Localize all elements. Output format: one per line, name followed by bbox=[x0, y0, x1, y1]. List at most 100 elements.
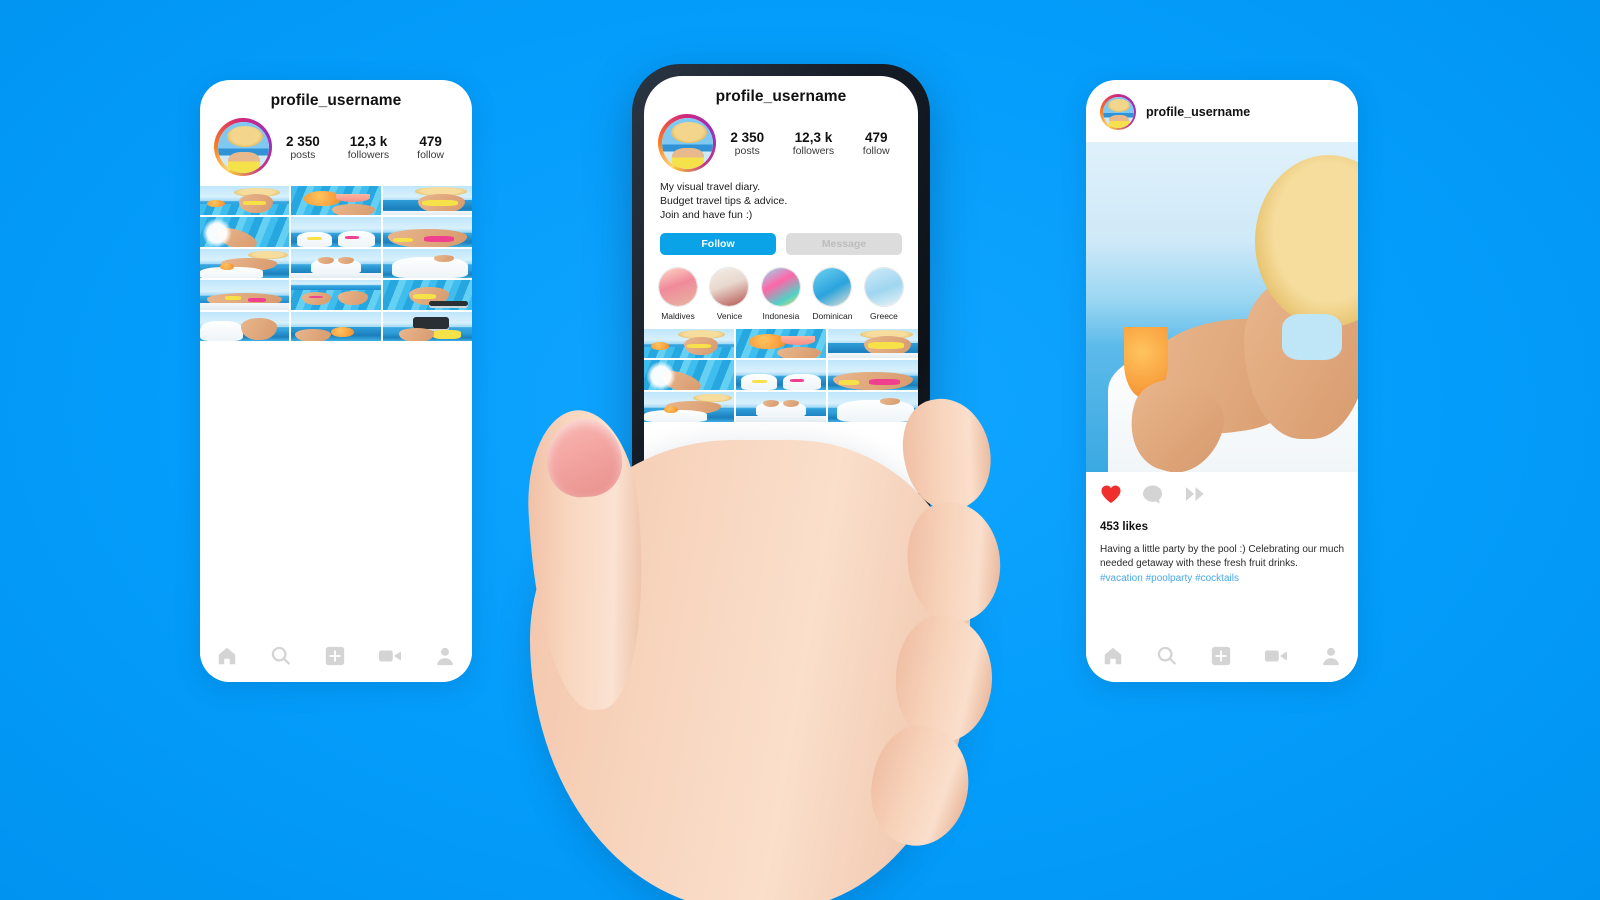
grid-photo[interactable] bbox=[736, 391, 826, 422]
add-post-icon[interactable] bbox=[1210, 645, 1232, 667]
avatar-photo bbox=[1102, 96, 1134, 128]
heart-icon[interactable] bbox=[1100, 484, 1122, 509]
feed-post-image[interactable] bbox=[1086, 142, 1358, 472]
grid-photo[interactable] bbox=[382, 280, 472, 310]
stat-posts-value: 2 350 bbox=[285, 133, 320, 149]
follow-button[interactable]: Follow bbox=[660, 232, 776, 255]
highlight-greece[interactable]: Greece bbox=[863, 266, 904, 321]
grid-photo[interactable] bbox=[736, 360, 826, 390]
grid-photo[interactable] bbox=[828, 391, 918, 422]
add-post-icon[interactable] bbox=[324, 645, 346, 667]
bio-line: Join and have fun :) bbox=[660, 209, 753, 222]
highlight-dominican[interactable]: Dominican bbox=[812, 266, 853, 321]
home-icon[interactable] bbox=[216, 645, 238, 667]
highlight-label: Dominican bbox=[812, 310, 853, 321]
grid-photo[interactable] bbox=[382, 186, 472, 216]
bottom-nav-bar bbox=[200, 630, 472, 682]
stat-posts[interactable]: 2 350 posts bbox=[730, 130, 764, 157]
share-icon[interactable] bbox=[1184, 484, 1206, 509]
stat-following-value: 479 bbox=[419, 133, 442, 149]
stat-followers-label: followers bbox=[792, 144, 835, 157]
grid-photo[interactable] bbox=[644, 328, 734, 359]
right-phone-feed-screen: profile_username 453 likes Having a litt… bbox=[1086, 80, 1358, 682]
bottom-nav-bar bbox=[1086, 630, 1358, 682]
photo-grid bbox=[200, 186, 472, 342]
home-icon[interactable] bbox=[660, 639, 682, 661]
finger bbox=[862, 718, 978, 854]
stat-followers[interactable]: 12,3 k followers bbox=[793, 130, 834, 157]
caption-text: Having a little party by the pool :) Cel… bbox=[1100, 544, 1345, 570]
stat-posts-label: posts bbox=[734, 144, 760, 157]
grid-photo[interactable] bbox=[200, 248, 290, 279]
home-icon[interactable] bbox=[1102, 645, 1124, 667]
stat-posts-value: 2 350 bbox=[730, 129, 765, 145]
page-title: profile_username bbox=[715, 88, 847, 105]
stat-followers-value: 12,3 k bbox=[794, 129, 833, 145]
grid-photo[interactable] bbox=[291, 280, 381, 310]
grid-photo[interactable] bbox=[291, 186, 381, 216]
photo-grid bbox=[644, 328, 918, 422]
post-hashtags[interactable]: #vacation #poolparty #cocktails bbox=[1100, 572, 1344, 586]
avatar[interactable] bbox=[214, 118, 272, 176]
add-post-icon[interactable] bbox=[769, 639, 791, 661]
profile-person-icon[interactable] bbox=[1320, 645, 1342, 667]
grid-photo[interactable] bbox=[200, 280, 290, 310]
post-caption: Having a little party by the pool :) Cel… bbox=[1086, 533, 1358, 587]
reels-video-icon[interactable] bbox=[378, 645, 402, 667]
avatar[interactable] bbox=[1100, 94, 1136, 130]
avatar-photo bbox=[217, 121, 269, 173]
reels-video-icon[interactable] bbox=[1264, 645, 1288, 667]
stat-following[interactable]: 479 follow bbox=[863, 130, 890, 157]
profile-summary: 2 350 posts 12,3 k followers 479 follow bbox=[200, 110, 472, 186]
stat-following-value: 479 bbox=[864, 129, 888, 145]
stat-followers[interactable]: 12,3 k followers bbox=[348, 134, 389, 161]
feed-post-actions bbox=[1086, 472, 1358, 509]
highlight-label: Indonesia bbox=[762, 310, 800, 321]
grid-photo[interactable] bbox=[200, 217, 290, 247]
feed-post-username[interactable]: profile_username bbox=[1146, 105, 1250, 119]
profile-stats: 2 350 posts 12,3 k followers 479 follow bbox=[272, 134, 458, 161]
grid-photo[interactable] bbox=[382, 248, 472, 279]
page-title: profile_username bbox=[270, 92, 402, 109]
profile-person-icon[interactable] bbox=[880, 639, 902, 661]
avatar-photo bbox=[661, 117, 713, 169]
grid-photo[interactable] bbox=[644, 391, 734, 422]
swimsuit bbox=[1281, 313, 1342, 360]
avatar[interactable] bbox=[658, 114, 716, 172]
stat-following-label: follow bbox=[417, 148, 445, 161]
profile-person-icon[interactable] bbox=[434, 645, 456, 667]
message-button[interactable]: Message bbox=[786, 232, 902, 255]
grid-photo[interactable] bbox=[828, 328, 918, 359]
highlight-label: Maldives bbox=[661, 310, 695, 321]
profile-stats: 2 350 posts 12,3 k followers 479 follow bbox=[716, 130, 904, 157]
grid-photo[interactable] bbox=[200, 186, 290, 216]
stat-following-label: follow bbox=[862, 144, 890, 157]
stat-following[interactable]: 479 follow bbox=[417, 134, 444, 161]
grid-photo[interactable] bbox=[291, 311, 381, 342]
grid-photo[interactable] bbox=[736, 328, 826, 359]
reels-video-icon[interactable] bbox=[823, 639, 847, 661]
highlight-label: Greece bbox=[870, 310, 898, 321]
highlight-indonesia[interactable]: Indonesia bbox=[760, 266, 801, 321]
profile-action-buttons: Follow Message bbox=[644, 223, 918, 255]
grid-photo[interactable] bbox=[828, 360, 918, 390]
grid-photo[interactable] bbox=[291, 248, 381, 279]
search-icon[interactable] bbox=[1156, 645, 1178, 667]
bottom-nav-bar bbox=[644, 624, 918, 676]
center-phone-device: profile_username 2 350 posts 12,3 k foll… bbox=[632, 64, 930, 688]
comment-icon[interactable] bbox=[1142, 484, 1164, 509]
grid-photo[interactable] bbox=[200, 311, 290, 342]
highlight-venice[interactable]: Venice bbox=[709, 266, 750, 321]
center-phone-screen: profile_username 2 350 posts 12,3 k foll… bbox=[644, 76, 918, 676]
search-icon[interactable] bbox=[715, 639, 737, 661]
search-icon[interactable] bbox=[270, 645, 292, 667]
grid-photo[interactable] bbox=[644, 360, 734, 390]
grid-photo[interactable] bbox=[382, 311, 472, 342]
highlight-maldives[interactable]: Maldives bbox=[658, 266, 698, 321]
grid-photo[interactable] bbox=[382, 217, 472, 247]
grid-photo[interactable] bbox=[291, 217, 381, 247]
profile-summary: 2 350 posts 12,3 k followers 479 follow bbox=[644, 106, 918, 178]
stat-posts[interactable]: 2 350 posts bbox=[286, 134, 320, 161]
story-highlights: Maldives Venice Indonesia Dominican Gree… bbox=[644, 255, 918, 329]
stat-posts-label: posts bbox=[290, 148, 316, 161]
